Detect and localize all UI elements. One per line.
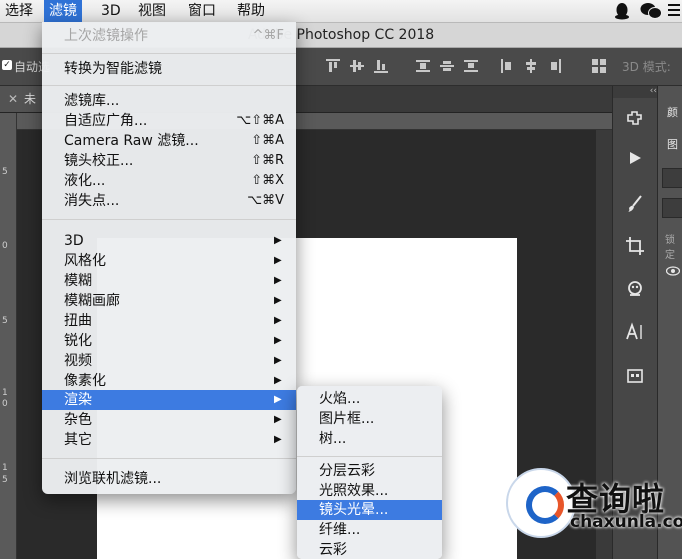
watermark-logo-icon [508,470,574,536]
menu-item-filter-gallery[interactable]: 滤镜库... [42,91,296,111]
menu-help[interactable]: 帮助 [232,0,270,22]
menu-item-last-filter[interactable]: 上次滤镜操作 ^⌘F [42,26,296,46]
menu-extras-icon[interactable] [666,2,682,22]
distribute-hcenter-icon[interactable] [524,59,538,73]
menu-item-lens-correction[interactable]: 镜头校正... ⇧⌘R [42,151,296,171]
auto-select-checkbox[interactable]: ✓ [2,60,12,70]
menu-item-blur[interactable]: 模糊 ▶ [42,271,296,291]
distribute-top-icon[interactable] [416,59,430,73]
collapse-panels-icon[interactable]: ‹‹ [613,86,657,98]
ruler-number: 5 [2,167,8,177]
menu-item-camera-raw[interactable]: Camera Raw 滤镜... ⇧⌘A [42,131,296,151]
ruler-vertical: 5 0 5 1 0 1 5 [0,113,17,559]
menu-item-convert-smart-filter[interactable]: 转换为智能滤镜 [42,59,296,79]
brush-icon[interactable] [623,194,647,218]
3d-object-icon[interactable] [623,280,647,304]
submenu-item-lens-flare[interactable]: 镜头光晕... [297,500,442,520]
distribute-vcenter-icon[interactable] [440,59,454,73]
mac-menubar: 选择 滤镜 3D 视图 窗口 帮助 [0,0,682,23]
auto-align-icon[interactable] [592,59,606,73]
menu-select[interactable]: 选择 [0,0,38,22]
qq-icon[interactable] [614,2,630,24]
ruler-number: 5 [2,475,8,485]
submenu-item-lighting-effects[interactable]: 光照效果... [297,481,442,501]
menu-item-3d[interactable]: 3D ▶ [42,231,296,251]
ruler-number: 0 [2,399,8,409]
align-bottom-icon[interactable] [374,59,388,73]
submenu-item-tree[interactable]: 树... [297,429,442,449]
menu-separator [297,456,442,457]
submenu-item-fibers[interactable]: 纤维... [297,520,442,540]
menu-item-video[interactable]: 视频 ▶ [42,351,296,371]
menu-item-sharpen[interactable]: 锐化 ▶ [42,331,296,351]
close-tab-icon[interactable]: ✕ [8,86,18,112]
menu-3d[interactable]: 3D [96,0,126,22]
menu-item-blur-gallery[interactable]: 模糊画廊 ▶ [42,291,296,311]
wechat-icon[interactable] [640,2,662,24]
distribute-right-icon[interactable] [548,59,562,73]
crop-icon[interactable] [623,236,647,260]
ruler-number: 0 [2,241,8,251]
menu-filter[interactable]: 滤镜 [44,0,82,22]
menu-separator [42,53,296,54]
menu-item-noise[interactable]: 杂色 ▶ [42,410,296,430]
layer-filter-search-icon[interactable] [662,168,682,188]
watermark-url: chaxunla.com [570,512,682,532]
menu-item-pixelate[interactable]: 像素化 ▶ [42,371,296,391]
menu-item-adaptive-wide-angle[interactable]: 自适应广角... ⌥⇧⌘A [42,111,296,131]
menu-separator [42,219,296,220]
character-icon[interactable] [623,322,647,346]
layer-comps-icon[interactable] [623,366,647,390]
menu-item-render[interactable]: 渲染 ▶ [42,390,296,410]
menu-separator [42,85,296,86]
menu-item-liquify[interactable]: 液化... ⇧⌘X [42,171,296,191]
menu-item-stylize[interactable]: 风格化 ▶ [42,251,296,271]
panel-tab-color[interactable]: 颜 [667,104,678,120]
distribute-bottom-icon[interactable] [464,59,478,73]
submenu-item-picture-frame[interactable]: 图片框... [297,409,442,429]
submenu-item-difference-clouds[interactable]: 分层云彩 [297,461,442,481]
visibility-eye-icon[interactable] [665,266,681,279]
document-tab-title: 未 [24,92,37,106]
menu-item-browse-online-filters[interactable]: 浏览联机滤镜... [42,469,296,489]
3d-mode-label: 3D 模式: [622,60,671,74]
lock-label: 锁定 [665,235,675,261]
distribute-left-icon[interactable] [500,59,514,73]
menu-view[interactable]: 视图 [133,0,171,22]
play-icon[interactable] [623,150,647,174]
ruler-number: 1 [2,463,8,473]
align-top-icon[interactable] [326,59,340,73]
panel-tab-layers[interactable]: 图 [667,136,678,152]
submenu-item-clouds[interactable]: 云彩 [297,540,442,559]
menu-item-vanishing-point[interactable]: 消失点... ⌥⌘V [42,191,296,211]
ruler-number: 5 [2,316,8,326]
ruler-number: 1 [2,388,8,398]
submenu-item-flame[interactable]: 火焰... [297,389,442,409]
menu-item-other[interactable]: 其它 ▶ [42,430,296,450]
render-submenu: 火焰... 图片框... 树... 分层云彩 光照效果... 镜头光晕... 纤… [297,386,442,559]
menu-item-distort[interactable]: 扭曲 ▶ [42,311,296,331]
align-vcenter-icon[interactable] [350,59,364,73]
menu-separator [42,458,296,459]
plugin-icon[interactable] [623,108,647,132]
blend-mode-select[interactable] [662,198,682,218]
filter-menu: 上次滤镜操作 ^⌘F 转换为智能滤镜 滤镜库... 自适应广角... ⌥⇧⌘A Ca… [42,22,296,494]
menu-window[interactable]: 窗口 [183,0,221,22]
